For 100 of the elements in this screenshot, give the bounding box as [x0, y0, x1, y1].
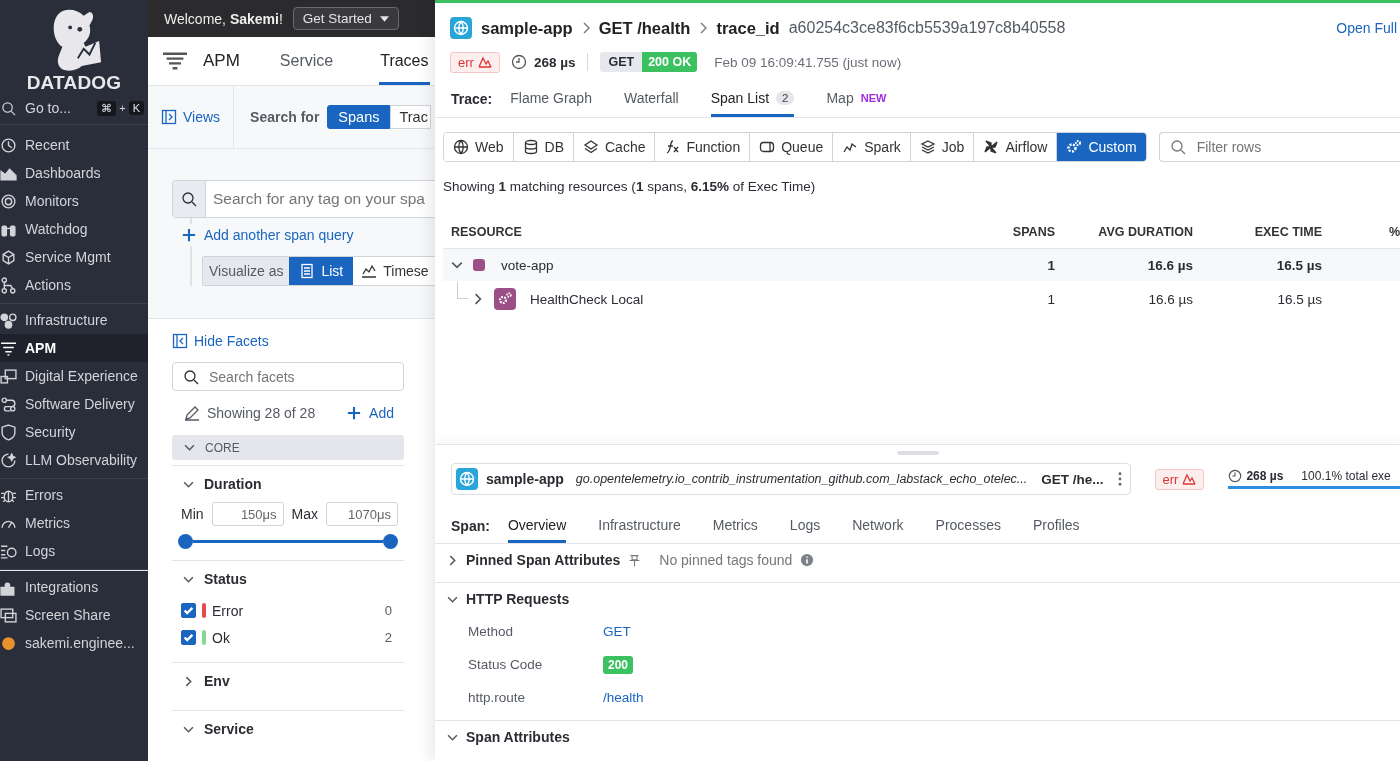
nav-item[interactable]: LLM Observability: [0, 446, 148, 474]
span-tab[interactable]: Profiles: [1032, 509, 1080, 543]
min-label: Min: [181, 506, 204, 522]
nav-item[interactable]: Integrations: [0, 573, 148, 601]
span-search-field[interactable]: Search for any tag on your spa: [206, 181, 435, 217]
view-tab[interactable]: Flame Graph: [510, 81, 592, 117]
column-header: AVG DURATION: [1097, 225, 1194, 239]
chevron-right-icon[interactable]: [447, 554, 458, 566]
span-tab[interactable]: Logs: [789, 509, 821, 543]
nav-item[interactable]: Software Delivery: [0, 390, 148, 418]
facet-header[interactable]: Service: [172, 711, 404, 747]
nav-item[interactable]: Errors: [0, 481, 148, 509]
table-cell-text: 1: [1046, 257, 1056, 273]
error-badge: err: [1154, 468, 1205, 490]
nav-item[interactable]: Logs: [0, 537, 148, 565]
search-icon: [1, 100, 16, 116]
chevron-right-icon[interactable]: [472, 293, 484, 305]
checkbox[interactable]: [181, 630, 196, 645]
add-facet-link[interactable]: Add: [347, 405, 404, 421]
chevron-right-icon: [699, 22, 708, 34]
table-cell-text: 16.5 µs: [1276, 291, 1323, 307]
nav-item[interactable]: Actions: [0, 271, 148, 299]
max-label: Max: [291, 506, 318, 522]
search-for-label: Search for: [250, 109, 320, 125]
slider-thumb[interactable]: [178, 534, 193, 549]
open-full-link[interactable]: Open Full: [1336, 20, 1400, 36]
facet-search-box[interactable]: Search facets: [172, 362, 404, 391]
filter-toggle[interactable]: Web: [444, 133, 514, 161]
facet-count: Showing 28 of 28: [207, 405, 316, 421]
min-field[interactable]: 150μs: [211, 502, 284, 526]
slider-thumb[interactable]: [383, 534, 398, 549]
facet-header[interactable]: Env: [172, 663, 404, 699]
nav-item[interactable]: Infrastructure: [0, 306, 148, 334]
status-count: 0: [384, 603, 393, 618]
go-to-search[interactable]: Go to... ⌘ + K: [0, 94, 148, 125]
attribute-key: http.route: [468, 690, 603, 705]
column-header: RESOURCE: [450, 225, 523, 239]
visualize-toggle[interactable]: List: [289, 257, 354, 285]
globe-icon: [450, 17, 472, 39]
welcome-text: Welcome, Sakemi!: [164, 10, 283, 27]
span-tab[interactable]: Network: [852, 509, 904, 543]
nav-item[interactable]: Recent: [0, 131, 148, 159]
globe-icon: [456, 468, 478, 490]
view-tab[interactable]: Span List 2: [710, 81, 795, 117]
span-duration: 268 µs: [1246, 469, 1284, 483]
breadcrumb-item: sample-app: [481, 18, 573, 38]
table-cell-text: 16.5 µs: [1275, 257, 1323, 273]
column-header: EXEC TIME: [1253, 225, 1323, 239]
nav-item[interactable]: Security: [0, 418, 148, 446]
globe-icon: [453, 139, 469, 155]
nav-item[interactable]: sakemi.enginee...: [0, 629, 148, 657]
layers-icon: [583, 139, 599, 155]
nav-item[interactable]: Monitors: [0, 187, 148, 215]
nav-item[interactable]: Service Mgmt: [0, 243, 148, 271]
clock-icon: [0, 136, 17, 154]
chevron-down-icon[interactable]: [451, 259, 463, 271]
hide-facets-link[interactable]: Hide Facets: [172, 333, 404, 349]
filter-toggle[interactable]: Custom: [1057, 133, 1146, 161]
keyboard-key: K: [128, 101, 144, 115]
nav-item[interactable]: Screen Share: [0, 601, 148, 629]
span-tab[interactable]: Processes: [935, 509, 1001, 543]
attribute-value-link[interactable]: GET: [603, 624, 631, 639]
span-tab[interactable]: Infrastructure: [598, 509, 681, 543]
nav-item[interactable]: Digital Experience: [0, 362, 148, 390]
plus-sign: +: [119, 102, 126, 114]
resource-name: vote-app: [501, 257, 554, 273]
chevron-right-icon: [183, 675, 194, 687]
pencil-icon[interactable]: [184, 405, 200, 421]
view-tab[interactable]: Map NEW: [826, 81, 887, 117]
attribute-value-link[interactable]: /health: [603, 690, 644, 705]
core-group-header[interactable]: CORE: [172, 435, 404, 460]
facet-header[interactable]: Status: [172, 561, 404, 597]
get-started-button[interactable]: Get Started: [292, 7, 399, 30]
view-tab[interactable]: Waterfall: [623, 81, 679, 117]
span-search-box[interactable]: Search for any tag on your spa: [172, 180, 435, 218]
filter-rows-field[interactable]: Filter rows: [1194, 138, 1400, 156]
menu-icon: [0, 339, 17, 357]
views-link[interactable]: Views: [148, 86, 235, 148]
checkbox[interactable]: [181, 603, 196, 618]
logo-text: DATADOG: [26, 72, 122, 94]
filter-rows-box[interactable]: Filter rows: [1158, 132, 1400, 162]
mode-toggle[interactable]: Trac: [390, 105, 431, 129]
attribute-key: Status Code: [468, 657, 603, 672]
span-tab[interactable]: Overview: [507, 509, 567, 543]
nav-tab[interactable]: Service: [278, 37, 335, 85]
more-icon[interactable]: [1117, 472, 1122, 486]
nav-item[interactable]: Watchdog: [0, 215, 148, 243]
menu-icon[interactable]: [163, 51, 187, 71]
facet-header[interactable]: Duration: [172, 466, 404, 502]
screen-icon: [0, 606, 17, 624]
resource-name: HealthCheck Local: [530, 291, 644, 307]
dots-icon: [0, 311, 17, 329]
nav-item[interactable]: Dashboards: [0, 159, 148, 187]
max-field[interactable]: 1070μs: [326, 502, 398, 526]
resize-handle[interactable]: [896, 451, 939, 455]
nav-item[interactable]: APM: [0, 334, 148, 362]
nav-item[interactable]: Metrics: [0, 509, 148, 537]
span-tab[interactable]: Metrics: [712, 509, 758, 543]
status-label: Ok: [212, 629, 231, 646]
mode-toggle[interactable]: Spans: [327, 105, 391, 129]
